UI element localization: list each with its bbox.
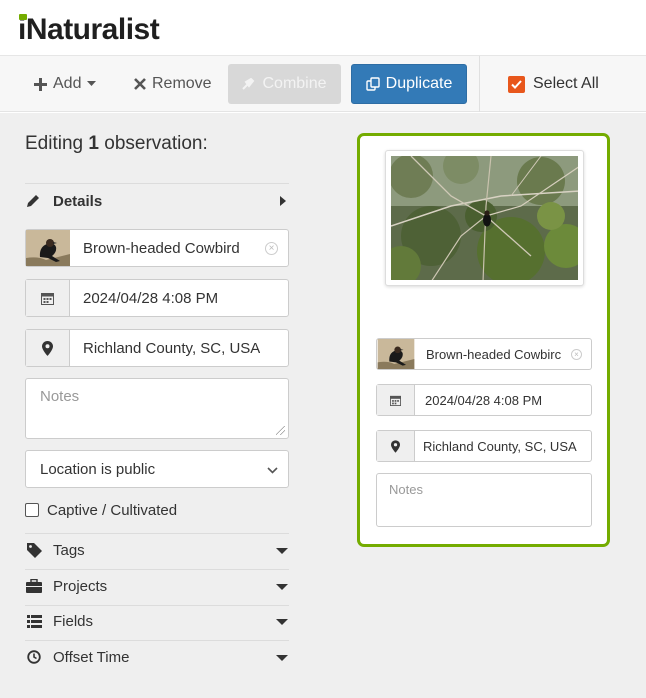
card-datetime-value: 2024/04/28 4:08 PM bbox=[425, 392, 543, 408]
geoprivacy-select[interactable]: Location is public bbox=[25, 450, 289, 488]
map-marker-icon bbox=[42, 340, 53, 356]
observation-card[interactable]: Brown-headed Cowbirc × 2024/04/28 4:08 P… bbox=[357, 133, 610, 547]
caret-down-icon bbox=[87, 81, 97, 86]
combine-button-label: Combine bbox=[262, 75, 327, 92]
taxon-thumbnail bbox=[26, 230, 70, 266]
notes-textarea[interactable]: Notes bbox=[25, 378, 289, 439]
geoprivacy-value: Location is public bbox=[40, 460, 156, 478]
card-datetime-field[interactable]: 2024/04/28 4:08 PM bbox=[376, 384, 592, 416]
clock-icon bbox=[27, 650, 41, 664]
chevron-down-icon bbox=[267, 467, 278, 474]
divider bbox=[25, 533, 289, 534]
list-icon bbox=[26, 614, 42, 628]
add-button-label: Add bbox=[53, 75, 82, 92]
main-content: Editing 1 observation: Details Brown-hea… bbox=[0, 113, 646, 698]
x-icon bbox=[134, 78, 146, 90]
captive-checkbox[interactable]: Captive / Cultivated bbox=[25, 500, 177, 520]
projects-label: Projects bbox=[53, 577, 108, 595]
calendar-icon bbox=[41, 292, 54, 305]
card-taxon-thumbnail bbox=[377, 339, 415, 369]
editing-count: 1 bbox=[88, 133, 99, 154]
inaturalist-logo[interactable]: iNaturalist bbox=[18, 12, 160, 48]
offset-time-label: Offset Time bbox=[53, 648, 130, 666]
taxon-name: Brown-headed Cowbird bbox=[83, 239, 240, 257]
editing-prefix: Editing bbox=[25, 133, 84, 154]
divider bbox=[25, 569, 289, 570]
chevron-right-icon bbox=[280, 196, 286, 206]
toolbar-divider bbox=[479, 56, 480, 112]
copy-icon bbox=[365, 77, 380, 91]
fields-section-toggle[interactable]: Fields bbox=[25, 609, 289, 633]
tag-icon bbox=[26, 542, 42, 558]
card-taxon-name: Brown-headed Cowbirc bbox=[426, 346, 562, 362]
details-label: Details bbox=[53, 192, 103, 210]
calendar-addon bbox=[26, 280, 70, 316]
combine-button[interactable]: Combine bbox=[228, 64, 341, 104]
app-header: iNaturalist bbox=[0, 0, 646, 56]
datetime-field[interactable]: 2024/04/28 4:08 PM bbox=[25, 279, 289, 317]
checkbox-checked-icon bbox=[508, 75, 525, 93]
remove-button-label: Remove bbox=[152, 75, 212, 92]
location-field[interactable]: Richland County, SC, USA bbox=[25, 329, 289, 367]
select-all-label: Select All bbox=[533, 75, 599, 92]
taxon-field[interactable]: Brown-headed Cowbird × bbox=[25, 229, 289, 267]
caret-down-icon bbox=[276, 655, 288, 661]
merge-icon bbox=[242, 78, 255, 90]
location-value: Richland County, SC, USA bbox=[83, 339, 261, 357]
caret-down-icon bbox=[276, 619, 288, 625]
duplicate-button-label: Duplicate bbox=[385, 75, 453, 92]
editing-suffix: observation: bbox=[104, 133, 208, 154]
tags-label: Tags bbox=[53, 541, 85, 559]
divider bbox=[25, 183, 289, 184]
remove-button[interactable]: Remove bbox=[134, 64, 212, 104]
clear-icon[interactable]: × bbox=[265, 242, 278, 255]
datetime-value: 2024/04/28 4:08 PM bbox=[83, 289, 219, 307]
logo-text: Naturalist bbox=[25, 13, 160, 46]
card-taxon-field[interactable]: Brown-headed Cowbirc × bbox=[376, 338, 592, 370]
clear-icon[interactable]: × bbox=[571, 349, 582, 360]
fields-label: Fields bbox=[53, 612, 94, 630]
card-notes-textarea[interactable]: Notes bbox=[376, 473, 592, 527]
location-addon bbox=[377, 431, 415, 461]
calendar-addon bbox=[377, 385, 415, 415]
briefcase-icon bbox=[26, 579, 42, 593]
observation-photo[interactable] bbox=[385, 150, 584, 286]
divider bbox=[25, 605, 289, 606]
divider bbox=[25, 640, 289, 641]
calendar-icon bbox=[390, 395, 401, 406]
projects-section-toggle[interactable]: Projects bbox=[25, 574, 289, 598]
tags-section-toggle[interactable]: Tags bbox=[25, 538, 289, 562]
logo-leaf-icon bbox=[19, 14, 27, 20]
captive-label: Captive / Cultivated bbox=[47, 501, 178, 519]
details-toggle[interactable]: Details bbox=[25, 189, 289, 213]
caret-down-icon bbox=[276, 584, 288, 590]
bird-photo bbox=[391, 156, 578, 280]
pencil-icon bbox=[27, 195, 39, 207]
checkbox-unchecked-icon bbox=[25, 503, 39, 517]
caret-down-icon bbox=[276, 548, 288, 554]
card-location-field[interactable]: Richland County, SC, USA bbox=[376, 430, 592, 462]
map-marker-icon bbox=[391, 439, 400, 453]
toolbar: Add Remove Combine Duplicate Select All bbox=[0, 56, 646, 112]
notes-placeholder: Notes bbox=[40, 388, 80, 405]
card-notes-placeholder: Notes bbox=[389, 482, 423, 497]
card-location-value: Richland County, SC, USA bbox=[423, 438, 577, 454]
resize-grip-icon[interactable] bbox=[276, 426, 285, 435]
location-addon bbox=[26, 330, 70, 366]
select-all-checkbox[interactable]: Select All bbox=[508, 64, 599, 104]
plus-icon bbox=[34, 77, 47, 91]
duplicate-button[interactable]: Duplicate bbox=[351, 64, 467, 104]
editing-heading: Editing 1 observation: bbox=[25, 133, 208, 155]
offset-time-section-toggle[interactable]: Offset Time bbox=[25, 645, 289, 669]
add-button[interactable]: Add bbox=[34, 64, 97, 104]
